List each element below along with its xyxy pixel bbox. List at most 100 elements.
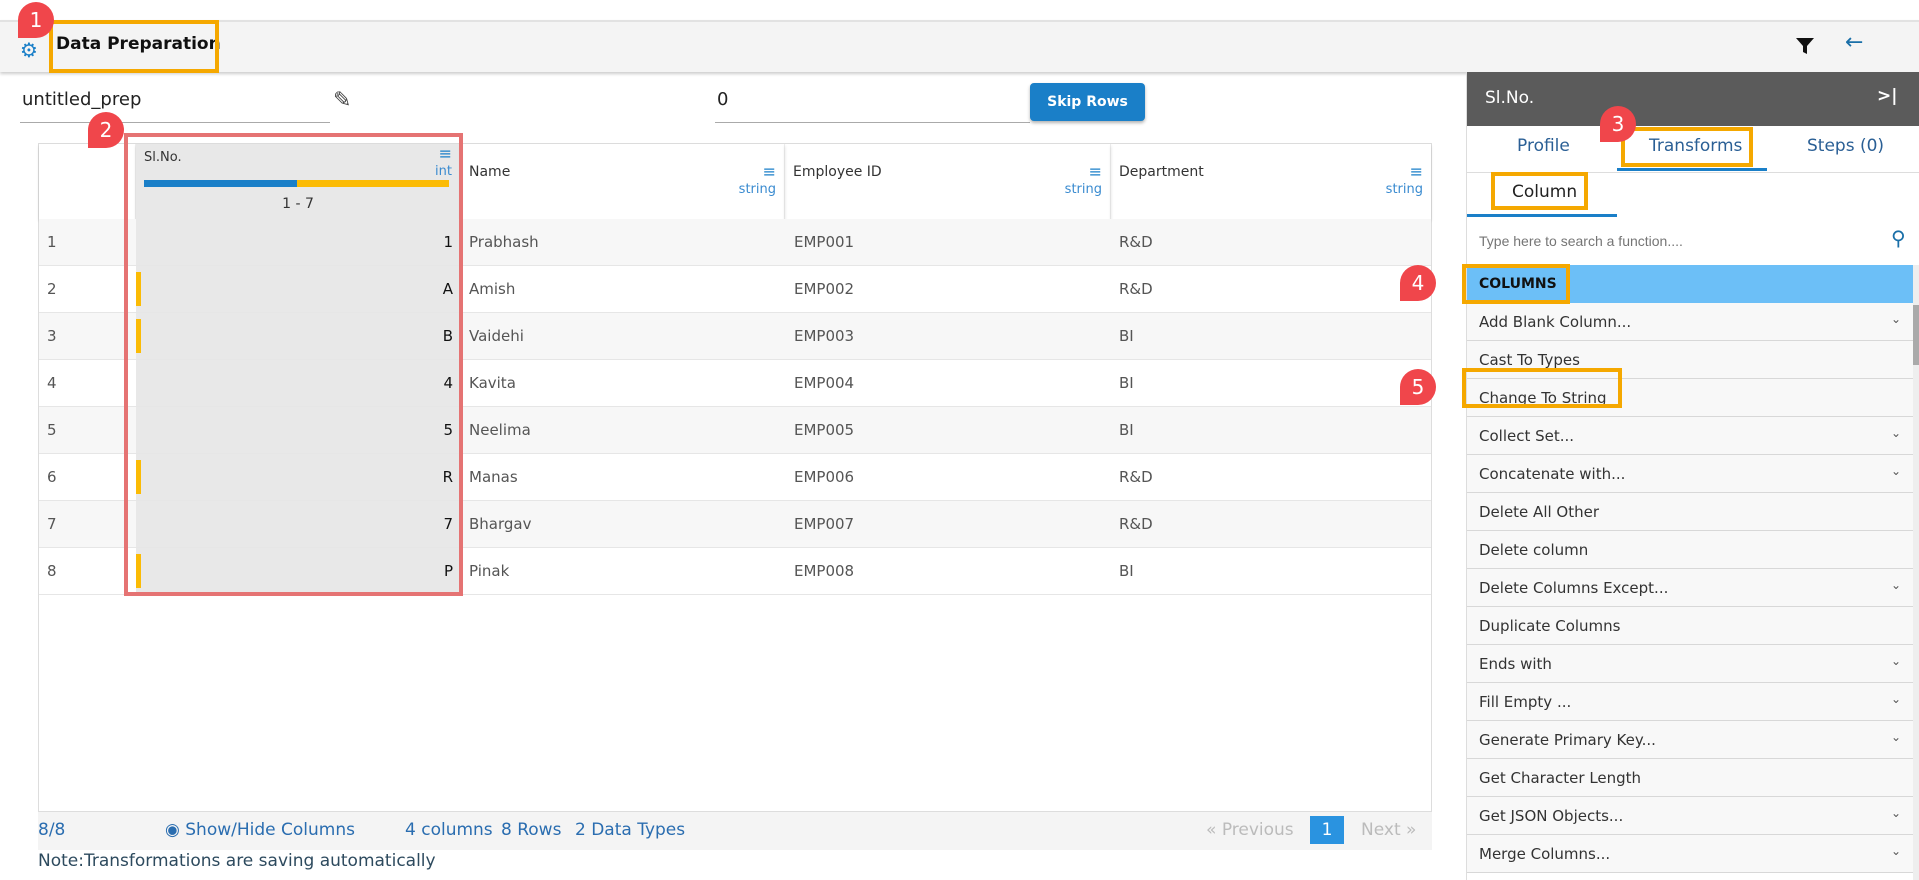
department-cell[interactable]: R&D <box>1119 233 1153 251</box>
collapse-panel-icon[interactable]: >| <box>1877 86 1897 106</box>
employee-id-cell[interactable]: EMP002 <box>794 280 854 298</box>
function-item[interactable]: Duplicate Columns <box>1467 607 1913 645</box>
function-label: Cast To Types <box>1479 351 1580 369</box>
column-header-department[interactable]: Department ≡ string <box>1111 144 1431 219</box>
employee-id-cell[interactable]: EMP001 <box>794 233 854 251</box>
annotation-box-2 <box>124 133 463 596</box>
employee-id-cell[interactable]: EMP007 <box>794 515 854 533</box>
annotation-box-subtab <box>1491 172 1588 210</box>
row-index: 6 <box>47 468 57 486</box>
employee-id-cell[interactable]: EMP003 <box>794 327 854 345</box>
top-bar <box>0 20 1919 72</box>
columns-count: 4 columns <box>405 820 493 840</box>
table-footer: 8/8 ◉ Show/Hide Columns 4 columns 8 Rows… <box>38 812 1432 850</box>
function-label: Add Blank Column... <box>1479 313 1632 331</box>
function-item[interactable]: Ends with ⌄ <box>1467 645 1913 683</box>
next-button[interactable]: Next » <box>1361 820 1416 840</box>
chevron-down-icon[interactable]: ⌄ <box>1891 844 1901 858</box>
subtab-indicator <box>1467 214 1617 217</box>
show-hide-columns-link[interactable]: ◉ Show/Hide Columns <box>165 820 355 840</box>
department-cell[interactable]: BI <box>1119 327 1134 345</box>
employee-id-cell[interactable]: EMP004 <box>794 374 854 392</box>
arrow-left-icon[interactable]: ← <box>1845 30 1863 55</box>
function-item[interactable]: Get Character Length <box>1467 759 1913 797</box>
name-cell[interactable]: Amish <box>469 280 515 298</box>
annotation-badge-3: 3 <box>1600 106 1636 142</box>
function-label: Duplicate Columns <box>1479 617 1621 635</box>
department-cell[interactable]: R&D <box>1119 468 1153 486</box>
edit-pencil-icon[interactable]: ✎ <box>333 88 351 113</box>
chevron-down-icon[interactable]: ⌄ <box>1891 730 1901 744</box>
function-item[interactable]: Concatenate with... ⌄ <box>1467 455 1913 493</box>
annotation-badge-4: 4 <box>1400 265 1436 301</box>
column-name: Name <box>469 164 511 180</box>
name-cell[interactable]: Vaidehi <box>469 327 524 345</box>
row-index: 4 <box>47 374 57 392</box>
name-cell[interactable]: Prabhash <box>469 233 539 251</box>
department-cell[interactable]: BI <box>1119 421 1134 439</box>
skip-rows-input[interactable]: 0 <box>715 85 1030 123</box>
function-item[interactable]: Merge Columns... ⌄ <box>1467 835 1913 873</box>
row-index: 8 <box>47 562 57 580</box>
department-cell[interactable]: BI <box>1119 374 1134 392</box>
column-header-name[interactable]: Name ≡ string <box>461 144 785 219</box>
function-label: Delete column <box>1479 541 1589 559</box>
column-menu-icon[interactable]: ≡ <box>763 162 776 181</box>
tab-steps[interactable]: Steps (0) <box>1807 136 1884 156</box>
function-item[interactable]: Fill Empty ... ⌄ <box>1467 683 1913 721</box>
previous-button[interactable]: « Previous <box>1206 820 1294 840</box>
chevron-down-icon[interactable]: ⌄ <box>1891 692 1901 706</box>
annotation-box-5 <box>1462 368 1622 408</box>
function-item[interactable]: Collect Set... ⌄ <box>1467 417 1913 455</box>
row-index: 7 <box>47 515 57 533</box>
row-count: 8/8 <box>38 820 66 840</box>
function-label: Get JSON Objects... <box>1479 807 1624 825</box>
column-type: string <box>738 182 776 197</box>
panel-header: Sl.No. >| <box>1467 72 1919 126</box>
previous-label: Previous <box>1221 820 1294 840</box>
department-cell[interactable]: BI <box>1119 562 1134 580</box>
chevron-down-icon[interactable]: ⌄ <box>1891 312 1901 326</box>
column-menu-icon[interactable]: ≡ <box>1089 162 1102 181</box>
name-cell[interactable]: Kavita <box>469 374 516 392</box>
prep-name-input[interactable]: untitled_prep <box>20 85 330 123</box>
function-label: Get Character Length <box>1479 769 1642 787</box>
column-type: string <box>1385 182 1423 197</box>
chevron-down-icon[interactable]: ⌄ <box>1891 806 1901 820</box>
function-item[interactable]: Delete column <box>1467 531 1913 569</box>
chevron-down-icon[interactable]: ⌄ <box>1891 426 1901 440</box>
function-item[interactable]: Get JSON Objects... ⌄ <box>1467 797 1913 835</box>
page-1-button[interactable]: 1 <box>1310 816 1344 844</box>
function-label: Concatenate with... <box>1479 465 1626 483</box>
function-item[interactable]: Delete Columns Except... ⌄ <box>1467 569 1913 607</box>
employee-id-cell[interactable]: EMP006 <box>794 468 854 486</box>
search-icon[interactable]: ⚲ <box>1891 226 1906 250</box>
function-label: Merge Columns... <box>1479 845 1611 863</box>
employee-id-cell[interactable]: EMP005 <box>794 421 854 439</box>
chevron-down-icon[interactable]: ⌄ <box>1891 578 1901 592</box>
function-search-input[interactable] <box>1467 218 1887 264</box>
name-cell[interactable]: Pinak <box>469 562 509 580</box>
function-label: Generate Primary Key... <box>1479 731 1656 749</box>
tab-profile[interactable]: Profile <box>1517 136 1570 156</box>
name-cell[interactable]: Bhargav <box>469 515 531 533</box>
department-cell[interactable]: R&D <box>1119 280 1153 298</box>
chevron-down-icon[interactable]: ⌄ <box>1891 654 1901 668</box>
function-item[interactable]: Delete All Other <box>1467 493 1913 531</box>
filter-icon[interactable] <box>1795 36 1815 56</box>
chevron-down-icon[interactable]: ⌄ <box>1891 464 1901 478</box>
name-cell[interactable]: Neelima <box>469 421 531 439</box>
name-cell[interactable]: Manas <box>469 468 518 486</box>
row-index: 5 <box>47 421 57 439</box>
column-menu-icon[interactable]: ≡ <box>1410 162 1423 181</box>
department-cell[interactable]: R&D <box>1119 515 1153 533</box>
skip-rows-button[interactable]: Skip Rows <box>1030 83 1145 121</box>
column-header-employee-id[interactable]: Employee ID ≡ string <box>785 144 1111 219</box>
function-label: Ends with <box>1479 655 1552 673</box>
employee-id-cell[interactable]: EMP008 <box>794 562 854 580</box>
function-item[interactable]: Add Blank Column... ⌄ <box>1467 303 1913 341</box>
show-hide-label: Show/Hide Columns <box>185 820 355 840</box>
function-item[interactable]: Generate Primary Key... ⌄ <box>1467 721 1913 759</box>
scrollbar-thumb[interactable] <box>1913 305 1919 365</box>
scrollbar[interactable] <box>1913 265 1919 880</box>
